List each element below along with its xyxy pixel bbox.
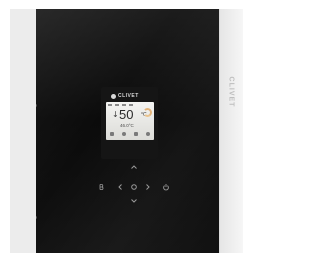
- setpoint-value: 50: [119, 107, 134, 122]
- status-indicator-icon: [122, 104, 126, 106]
- side-brand-text: CLIVET: [227, 76, 235, 108]
- mode-icon-row: [110, 131, 150, 137]
- chevron-left-icon: [118, 184, 122, 190]
- down-key[interactable]: [130, 197, 138, 205]
- dial-gauge-icon: [143, 108, 152, 117]
- side-panel: [219, 9, 243, 253]
- status-indicator-icon: [129, 104, 133, 106]
- water-mode-icon: [122, 132, 126, 136]
- chevron-up-icon: [131, 165, 137, 169]
- ok-key[interactable]: [130, 183, 138, 191]
- heating-mode-icon: [110, 132, 114, 136]
- status-indicator-icon: [108, 104, 112, 106]
- brand-name: CLIVET: [118, 93, 139, 99]
- chevron-right-icon: [146, 184, 150, 190]
- power-key[interactable]: [162, 183, 170, 191]
- power-icon: [163, 184, 169, 191]
- schedule-icon: [134, 132, 138, 136]
- brand-logo: CLIVET: [111, 92, 151, 100]
- left-key[interactable]: [116, 183, 124, 191]
- b-icon: [99, 184, 104, 190]
- ok-dot-icon: [131, 184, 137, 190]
- side-brand-logo: CLIVET: [226, 62, 236, 122]
- settings-icon: [146, 132, 150, 136]
- status-indicator-icon: [115, 104, 119, 106]
- up-key[interactable]: [130, 163, 138, 171]
- right-key[interactable]: [144, 183, 152, 191]
- actual-temperature: 46.0°C: [120, 123, 134, 128]
- menu-key[interactable]: [97, 183, 105, 191]
- arrow-down-icon: ↓: [112, 110, 119, 119]
- clivet-logo-icon: [111, 93, 116, 99]
- chevron-down-icon: [131, 199, 137, 203]
- lcd-screen: ↓ 50 °C 46.0°C: [106, 102, 154, 140]
